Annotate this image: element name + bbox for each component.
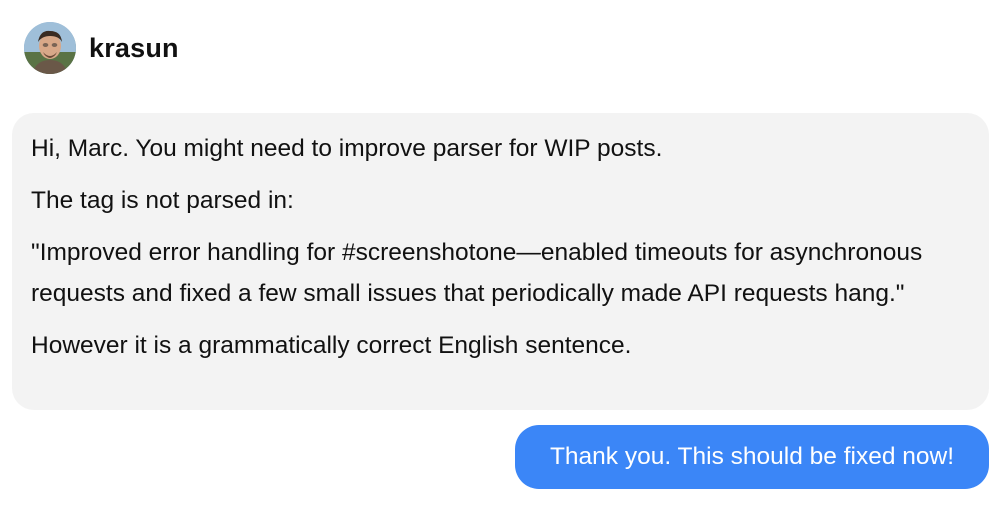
conversation-header: krasun [24, 22, 179, 74]
message-paragraph: The tag is not parsed in: [31, 187, 294, 214]
message-quote: "Improved error handling for #screenshot… [31, 239, 923, 307]
message-paragraph: However it is a grammatically correct En… [31, 332, 632, 359]
outgoing-message-bubble: Thank you. This should be fixed now! [515, 425, 989, 489]
avatar[interactable] [24, 22, 76, 74]
message-paragraph: Hi, Marc. You might need to improve pars… [31, 135, 663, 162]
incoming-message-bubble: Hi, Marc. You might need to improve pars… [12, 113, 989, 410]
chat-thread: krasun Hi, Marc. You might need to impro… [0, 0, 1000, 527]
user-avatar-icon [24, 22, 76, 74]
username[interactable]: krasun [89, 22, 179, 74]
